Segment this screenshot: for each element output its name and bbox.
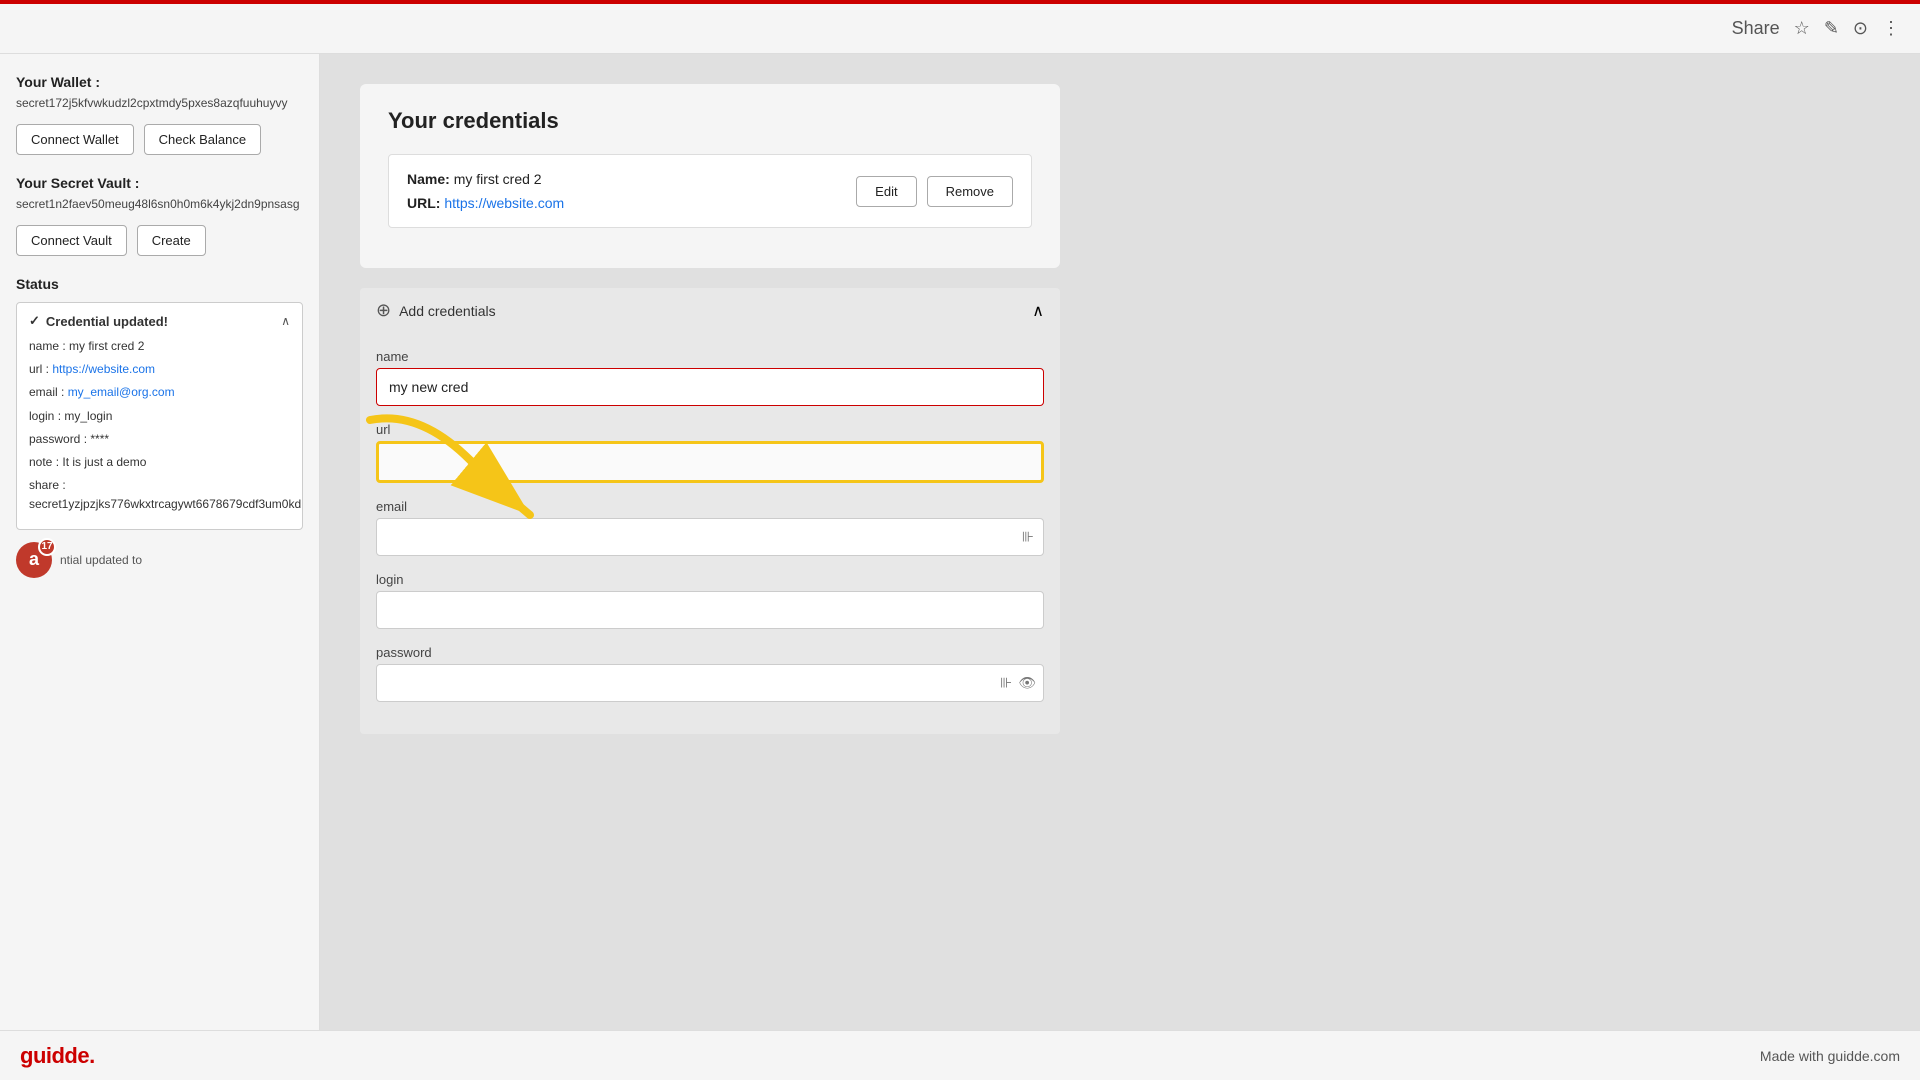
share-label[interactable]: Share <box>1732 18 1780 39</box>
cred-item-info: Name: my first cred 2 URL: https://websi… <box>407 171 856 211</box>
cred-name-value: my first cred 2 <box>454 171 542 187</box>
status-updated-text: Credential updated! <box>46 314 168 329</box>
github-icon[interactable]: ⊙ <box>1853 18 1868 39</box>
status-url-label: url : <box>29 362 52 376</box>
email-field: email ⊪ <box>376 499 1044 556</box>
password-input[interactable] <box>376 664 1044 702</box>
password-input-wrapper: ⊪ 👁 <box>376 664 1044 702</box>
cred-url-label: URL: <box>407 195 440 211</box>
add-credentials-section: ⊕ Add credentials ∧ name url ema <box>360 288 1060 734</box>
notif-badge: 17 <box>38 538 56 556</box>
status-box: ✓ Credential updated! ∧ name : my first … <box>16 302 303 530</box>
check-icon: ✓ <box>29 313 40 329</box>
header: Share ☆ ✎ ⊙ ⋮ <box>0 4 1920 54</box>
edit-button[interactable]: Edit <box>856 176 916 207</box>
vault-value: secret1n2faev50meug48l6sn0h0m6k4ykj2dn9p… <box>16 195 303 213</box>
password-label: password <box>376 645 1044 660</box>
cred-name-label: Name: <box>407 171 450 187</box>
vault-buttons: Connect Vault Create <box>16 225 303 256</box>
status-password: password : **** <box>29 430 290 449</box>
footer-tagline: Made with guidde.com <box>1760 1048 1900 1064</box>
wallet-label: Your Wallet : <box>16 74 303 90</box>
cred-url: URL: https://website.com <box>407 195 856 211</box>
status-check: ✓ Credential updated! <box>29 313 168 329</box>
url-label: url <box>376 422 1044 437</box>
footer-logo: guidde. <box>20 1043 95 1069</box>
notif-avatar: a 17 <box>16 542 52 578</box>
email-label: email <box>376 499 1044 514</box>
header-actions: Share ☆ ✎ ⊙ ⋮ <box>1732 18 1900 39</box>
status-name: name : my first cred 2 <box>29 337 290 356</box>
status-email: email : my_email@org.com <box>29 383 290 402</box>
connect-wallet-button[interactable]: Connect Wallet <box>16 124 134 155</box>
status-url: url : https://website.com <box>29 360 290 379</box>
email-icon: ⊪ <box>1022 529 1034 546</box>
add-cred-header[interactable]: ⊕ Add credentials ∧ <box>360 288 1060 333</box>
vault-label: Your Secret Vault : <box>16 175 303 191</box>
more-icon[interactable]: ⋮ <box>1882 18 1900 39</box>
connect-vault-button[interactable]: Connect Vault <box>16 225 127 256</box>
credentials-card: Your credentials Name: my first cred 2 U… <box>360 84 1060 268</box>
check-balance-button[interactable]: Check Balance <box>144 124 261 155</box>
cred-name: Name: my first cred 2 <box>407 171 856 187</box>
status-title: Status <box>16 276 303 292</box>
star-icon[interactable]: ☆ <box>1794 18 1810 39</box>
create-button[interactable]: Create <box>137 225 206 256</box>
add-cred-label: ⊕ Add credentials <box>376 300 496 321</box>
add-circle-icon: ⊕ <box>376 300 391 321</box>
edit-icon[interactable]: ✎ <box>1824 18 1839 39</box>
add-cred-form: name url email ⊪ <box>360 333 1060 734</box>
status-share: share : secret1yzjpzjks776wkxtrcagywt667… <box>29 476 290 514</box>
cred-actions: Edit Remove <box>856 176 1013 207</box>
status-login: login : my_login <box>29 407 290 426</box>
wallet-buttons: Connect Wallet Check Balance <box>16 124 303 155</box>
status-url-link[interactable]: https://website.com <box>52 362 155 376</box>
show-password-icon[interactable]: 👁 <box>1018 675 1036 692</box>
footer: guidde. Made with guidde.com <box>0 1030 1920 1080</box>
status-header: ✓ Credential updated! ∧ <box>29 313 290 329</box>
cred-url-link[interactable]: https://website.com <box>444 195 564 211</box>
password-field: password ⊪ 👁 <box>376 645 1044 702</box>
main-content: Your credentials Name: my first cred 2 U… <box>320 54 1920 1030</box>
name-input[interactable] <box>376 368 1044 406</box>
status-email-label: email : <box>29 385 68 399</box>
email-input[interactable] <box>376 518 1044 556</box>
status-note: note : It is just a demo <box>29 453 290 472</box>
sidebar: Your Wallet : secret172j5kfvwkudzl2cpxtm… <box>0 54 320 1030</box>
notification-area: a 17 ntial updated to <box>16 542 303 578</box>
name-label: name <box>376 349 1044 364</box>
add-cred-text: Add credentials <box>399 303 496 319</box>
login-field: login <box>376 572 1044 629</box>
layout: Your Wallet : secret172j5kfvwkudzl2cpxtm… <box>0 54 1920 1030</box>
collapse-icon[interactable]: ∧ <box>1032 301 1044 321</box>
email-input-wrapper: ⊪ <box>376 518 1044 556</box>
url-field: url <box>376 422 1044 483</box>
status-share-label: share : <box>29 478 66 492</box>
name-field: name <box>376 349 1044 406</box>
credentials-title: Your credentials <box>388 108 1032 134</box>
copy-icon[interactable]: ⊪ <box>1000 675 1012 692</box>
password-icons: ⊪ 👁 <box>1000 675 1036 692</box>
credential-item: Name: my first cred 2 URL: https://websi… <box>388 154 1032 228</box>
status-share-value: secret1yzjpzjks776wkxtrcagywt6678679cdf3… <box>29 497 301 511</box>
login-input[interactable] <box>376 591 1044 629</box>
url-input[interactable] <box>376 441 1044 483</box>
wallet-value: secret172j5kfvwkudzl2cpxtmdy5pxes8azqfuu… <box>16 94 303 112</box>
status-chevron-icon[interactable]: ∧ <box>281 314 290 328</box>
cred-item-header: Name: my first cred 2 URL: https://websi… <box>407 171 1013 211</box>
status-email-link[interactable]: my_email@org.com <box>68 385 175 399</box>
login-label: login <box>376 572 1044 587</box>
remove-button[interactable]: Remove <box>927 176 1013 207</box>
notif-text: ntial updated to <box>60 553 142 567</box>
